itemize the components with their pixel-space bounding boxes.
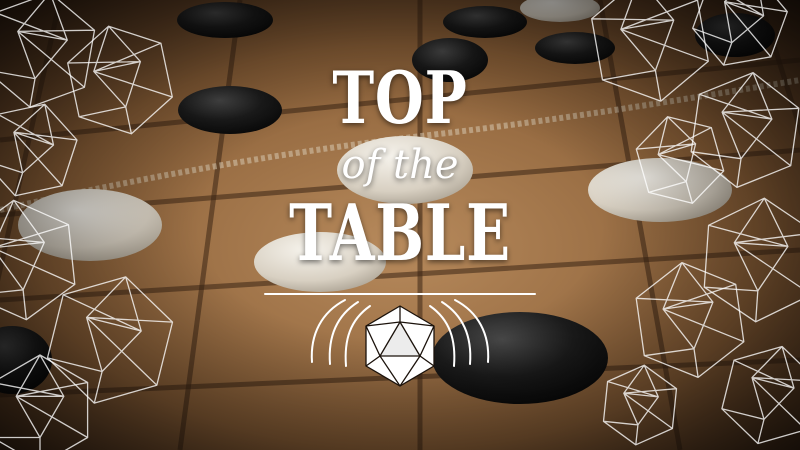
emblem-d20 bbox=[365, 305, 435, 387]
banner: TOP of the TABLE bbox=[0, 0, 800, 450]
emblem-flourish-right bbox=[429, 299, 490, 367]
emblem-flourish-left bbox=[310, 299, 371, 367]
d20-icon bbox=[264, 293, 536, 387]
